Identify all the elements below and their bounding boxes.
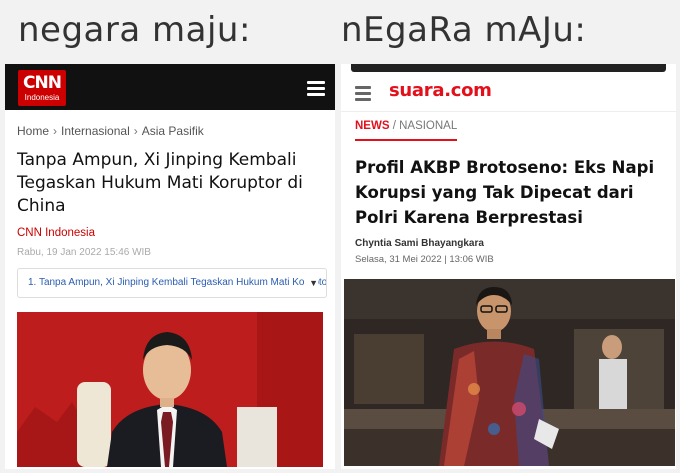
- article-source[interactable]: CNN Indonesia: [5, 218, 335, 239]
- right-caption: nEgaRa mAJu:: [341, 10, 587, 50]
- article-title: Tanpa Ampun, Xi Jinping Kembali Tegaskan…: [17, 150, 303, 216]
- cnn-article-panel: CNN Indonesia Home › Internasional › Asia Pa…: [5, 64, 335, 469]
- suara-header: suara.com: [341, 72, 676, 112]
- chevron-right-icon: ›: [53, 124, 58, 138]
- article-date: Rabu, 19 Jan 2022 15:46 WIB: [17, 247, 151, 258]
- cnn-header: CNN Indonesia: [5, 64, 335, 110]
- breadcrumb: Home › Internasional › Asia Pasifik: [5, 110, 335, 138]
- category-label[interactable]: NEWS / NASIONAL: [355, 120, 458, 141]
- suara-article-panel: suara.com NEWS / NASIONAL Profil AKBP Br…: [341, 64, 676, 469]
- category-sub: NASIONAL: [399, 120, 458, 132]
- article-photo: [344, 279, 675, 466]
- suara-logo[interactable]: suara.com: [389, 80, 492, 101]
- menu-icon[interactable]: [355, 86, 371, 101]
- article-title: Profil AKBP Brotoseno: Eks Napi Korupsi …: [355, 158, 655, 227]
- article-photo: [17, 312, 323, 467]
- left-caption: negara maju:: [18, 10, 251, 50]
- breadcrumb-home[interactable]: Home: [17, 124, 49, 138]
- article-date: Selasa, 31 Mei 2022 | 13:06 WIB: [355, 254, 494, 265]
- cnn-logo[interactable]: CNN Indonesia: [18, 70, 66, 106]
- browser-top-bar: [351, 64, 666, 72]
- category-main: NEWS: [355, 120, 390, 132]
- breadcrumb-asia-pasifik[interactable]: Asia Pasifik: [142, 124, 204, 138]
- menu-icon[interactable]: [307, 81, 325, 96]
- breadcrumb-internasional[interactable]: Internasional: [61, 124, 130, 138]
- select-value: 1. Tanpa Ampun, Xi Jinping Kembali Tegas…: [28, 277, 326, 288]
- article-author[interactable]: Chyntia Sami Bhayangkara: [341, 230, 676, 249]
- xi-jinping-photo: [17, 312, 323, 467]
- article-part-select[interactable]: 1. Tanpa Ampun, Xi Jinping Kembali Tegas…: [17, 268, 327, 298]
- caret-down-icon: ▼: [305, 269, 318, 297]
- brotoseno-photo: [344, 279, 675, 466]
- chevron-right-icon: ›: [133, 124, 138, 138]
